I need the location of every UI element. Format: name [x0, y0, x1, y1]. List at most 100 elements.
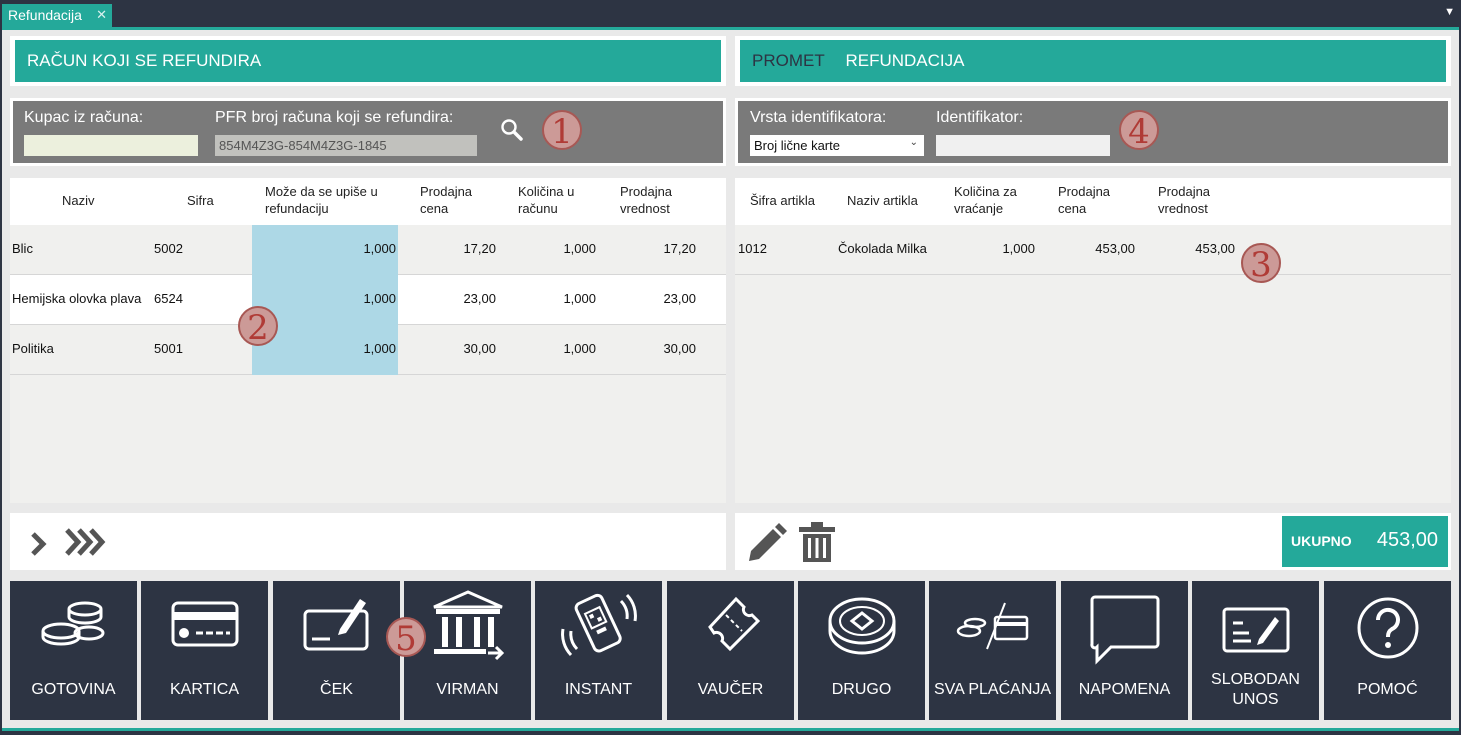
- left-header-title: RAČUN KOJI SE REFUNDIRA: [27, 51, 262, 70]
- left-header-panel: RAČUN KOJI SE REFUNDIRA: [10, 36, 726, 86]
- top-bar: Refundacija ✕ ▼: [0, 0, 1461, 28]
- cell-vrednost: 23,00: [663, 291, 696, 306]
- total-value: 453,00: [1376, 529, 1438, 551]
- drugo-button[interactable]: DRUGO: [798, 581, 925, 720]
- id-type-label: Vrsta identifikatora:: [750, 109, 887, 126]
- cell-upis[interactable]: 1,000: [296, 241, 396, 256]
- col-sifra-artikla[interactable]: Šifra artikla: [750, 192, 815, 209]
- col-prodajna-cena[interactable]: Prodajna cena: [1058, 183, 1128, 217]
- instant-button[interactable]: INSTANT: [535, 581, 662, 720]
- col-naziv-artikla[interactable]: Naziv artikla: [847, 192, 918, 209]
- marker-5: 5: [386, 617, 426, 659]
- cell-naziv: Blic: [12, 241, 33, 256]
- slobodan-unos-button[interactable]: SLOBODAN UNOS: [1192, 581, 1319, 720]
- chevron-down-icon: ⌄: [909, 137, 918, 148]
- marker-3: 3: [1241, 243, 1281, 285]
- cell-sifra: 1012: [738, 241, 767, 256]
- right-table: Šifra artikla Naziv artikla Količina za …: [735, 178, 1451, 503]
- cell-upis[interactable]: 1,000: [296, 291, 396, 306]
- cell-vrednost: 17,20: [663, 241, 696, 256]
- cell-sifra: 5002: [154, 241, 183, 256]
- tab-title: Refundacija: [8, 7, 82, 23]
- col-naziv[interactable]: Naziv: [62, 192, 95, 209]
- right-header-panel: PROMET REFUNDACIJA: [735, 36, 1451, 86]
- speech-bubble-icon: [1089, 595, 1159, 665]
- virman-button[interactable]: VIRMAN: [404, 581, 531, 720]
- search-icon[interactable]: [499, 117, 525, 143]
- vaucer-label: VAUČER: [697, 681, 764, 698]
- qr-phone-icon: [560, 593, 637, 657]
- cell-naziv: Politika: [12, 341, 54, 356]
- col-vrednost[interactable]: Prodajna vrednost: [620, 183, 690, 217]
- close-icon[interactable]: ✕: [96, 7, 107, 23]
- all-payments-icon: [956, 602, 1028, 650]
- cek-label: ČEK: [320, 681, 353, 698]
- pfr-input[interactable]: 854M4Z3G-854M4Z3G-1845: [215, 135, 477, 156]
- credit-card-icon: [171, 601, 238, 647]
- table-row[interactable]: Hemijska olovka plava 6524 1,000 23,00 1…: [10, 275, 726, 325]
- left-table-header: Naziv Sifra Može da se upiše u refundaci…: [10, 178, 726, 225]
- col-sifra[interactable]: Sifra: [187, 192, 214, 209]
- help-icon: [1357, 597, 1418, 659]
- col-kolicina-vracanje[interactable]: Količina za vraćanje: [954, 183, 1039, 217]
- left-filters: Kupac iz računa: PFR broj računa koji se…: [10, 98, 726, 166]
- cell-upis[interactable]: 1,000: [296, 341, 396, 356]
- table-row[interactable]: 1012 Čokolada Milka 1,000 453,00 453,00: [735, 225, 1451, 275]
- table-row[interactable]: Blic 5002 1,000 17,20 1,000 17,20: [10, 225, 726, 275]
- gotovina-button[interactable]: GOTOVINA: [10, 581, 137, 720]
- free-entry-icon: [1222, 607, 1289, 653]
- customer-label: Kupac iz računa:: [24, 109, 144, 126]
- check-icon: [303, 599, 368, 651]
- marker-2: 2: [238, 306, 278, 348]
- right-action-bar: UKUPNO 453,00: [735, 513, 1451, 570]
- right-header-title[interactable]: REFUNDACIJA: [845, 51, 964, 70]
- pomoc-label: POMOĆ: [1357, 681, 1418, 698]
- cell-cena: 23,00: [463, 291, 496, 306]
- coins-icon: [41, 601, 104, 646]
- right-table-header: Šifra artikla Naziv artikla Količina za …: [735, 178, 1451, 225]
- cell-kolicina: 1,000: [563, 341, 596, 356]
- pencil-icon[interactable]: [745, 521, 787, 563]
- cell-naziv: Čokolada Milka: [838, 241, 927, 256]
- cell-kolicina: 1,000: [1002, 241, 1035, 256]
- col-upis[interactable]: Može da se upiše u refundaciju: [265, 183, 405, 217]
- total-label: UKUPNO: [1291, 533, 1352, 549]
- cell-naziv: Hemijska olovka plava: [12, 291, 142, 306]
- customer-input[interactable]: [24, 135, 198, 156]
- napomena-label: NAPOMENA: [1078, 681, 1171, 698]
- sva-placanja-button[interactable]: SVA PLAĆANJA: [929, 581, 1056, 720]
- napomena-button[interactable]: NAPOMENA: [1061, 581, 1188, 720]
- id-input[interactable]: [936, 135, 1110, 156]
- tab-refundacija[interactable]: Refundacija ✕: [2, 4, 112, 27]
- token-icon: [828, 597, 895, 655]
- cell-vrednost: 453,00: [1195, 241, 1235, 256]
- left-action-bar: [10, 513, 726, 570]
- chevrons-triple-right-icon[interactable]: [64, 527, 108, 557]
- kartica-button[interactable]: KARTICA: [141, 581, 268, 720]
- vaucer-button[interactable]: VAUČER: [667, 581, 794, 720]
- chevron-right-icon[interactable]: [28, 530, 50, 558]
- left-table: Naziv Sifra Može da se upiše u refundaci…: [10, 178, 726, 503]
- cell-sifra: 5001: [154, 341, 183, 356]
- menu-arrow-icon[interactable]: ▼: [1444, 6, 1455, 18]
- pfr-label: PFR broj računa koji se refundira:: [215, 109, 454, 126]
- marker-1: 1: [542, 110, 582, 152]
- col-kolicina[interactable]: Količina u računu: [518, 183, 598, 217]
- virman-label: VIRMAN: [436, 681, 499, 698]
- col-prodajna-vrednost[interactable]: Prodajna vrednost: [1158, 183, 1228, 217]
- trash-icon[interactable]: [797, 521, 837, 563]
- right-header-promet[interactable]: PROMET: [752, 51, 825, 70]
- id-type-select[interactable]: Broj lične karte ⌄: [750, 135, 924, 156]
- right-filters: Vrsta identifikatora: Broj lične karte ⌄…: [735, 98, 1451, 166]
- cell-sifra: 6524: [154, 291, 183, 306]
- id-label: Identifikator:: [936, 109, 1024, 126]
- ticket-icon: [707, 596, 760, 652]
- table-row[interactable]: Politika 5001 1,000 30,00 1,000 30,00: [10, 325, 726, 375]
- col-cena[interactable]: Prodajna cena: [420, 183, 490, 217]
- cell-cena: 17,20: [463, 241, 496, 256]
- pomoc-button[interactable]: POMOĆ: [1324, 581, 1451, 720]
- bank-icon: [432, 590, 504, 661]
- cek-button[interactable]: ČEK: [273, 581, 400, 720]
- left-header: RAČUN KOJI SE REFUNDIRA: [15, 40, 721, 82]
- sva-placanja-label: SVA PLAĆANJA: [933, 681, 1052, 698]
